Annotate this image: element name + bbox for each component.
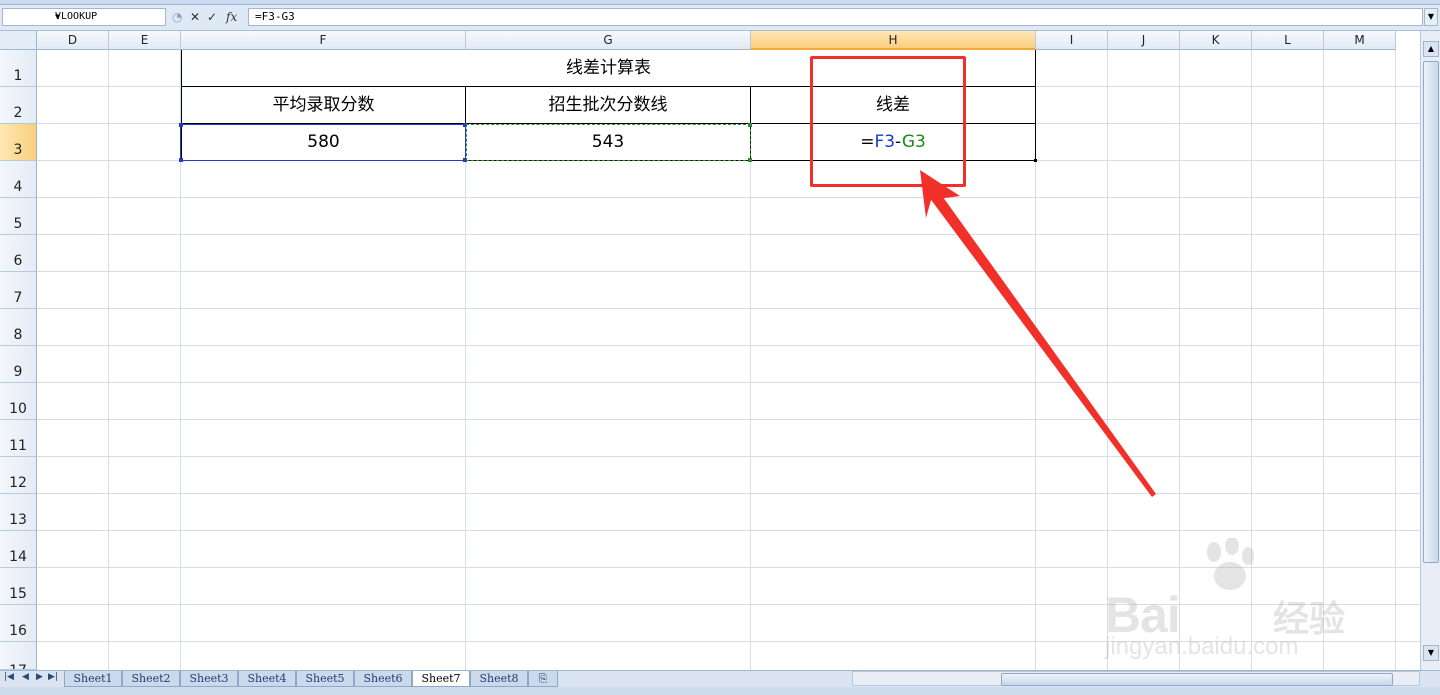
vertical-scrollbar[interactable]: ▲ ▼ (1420, 31, 1440, 670)
sheet-tab-sheet6[interactable]: Sheet6 (354, 671, 412, 687)
status-bar (0, 687, 1440, 695)
horizontal-scroll-thumb[interactable] (1001, 673, 1393, 686)
sheet-tab-sheet2[interactable]: Sheet2 (122, 671, 180, 687)
sheet-tab-sheet3[interactable]: Sheet3 (180, 671, 238, 687)
scroll-up-icon[interactable]: ▲ (1423, 41, 1439, 57)
sheet-tab-sheet1[interactable]: Sheet1 (64, 671, 122, 687)
insert-sheet-icon[interactable]: ⎘ (528, 671, 558, 687)
first-sheet-icon[interactable]: |◀ (4, 672, 14, 682)
sheet-tab-sheet5[interactable]: Sheet5 (296, 671, 354, 687)
prev-sheet-icon[interactable]: ◀ (22, 672, 29, 682)
scroll-down-icon[interactable]: ▼ (1423, 645, 1439, 661)
next-sheet-icon[interactable]: ▶ (36, 672, 43, 682)
last-sheet-icon[interactable]: ▶| (48, 672, 58, 682)
sheet-tab-sheet7[interactable]: Sheet7 (412, 671, 470, 687)
sheet-tab-sheet4[interactable]: Sheet4 (238, 671, 296, 687)
vertical-scroll-thumb[interactable] (1423, 61, 1439, 563)
paw-logo-icon (1207, 538, 1254, 590)
sheet-tab-sheet8[interactable]: Sheet8 (470, 671, 528, 687)
baidu-jingyan-watermark: Bai 经验 jingyan.baidu.com (1105, 538, 1365, 663)
horizontal-scrollbar[interactable] (852, 671, 1420, 686)
